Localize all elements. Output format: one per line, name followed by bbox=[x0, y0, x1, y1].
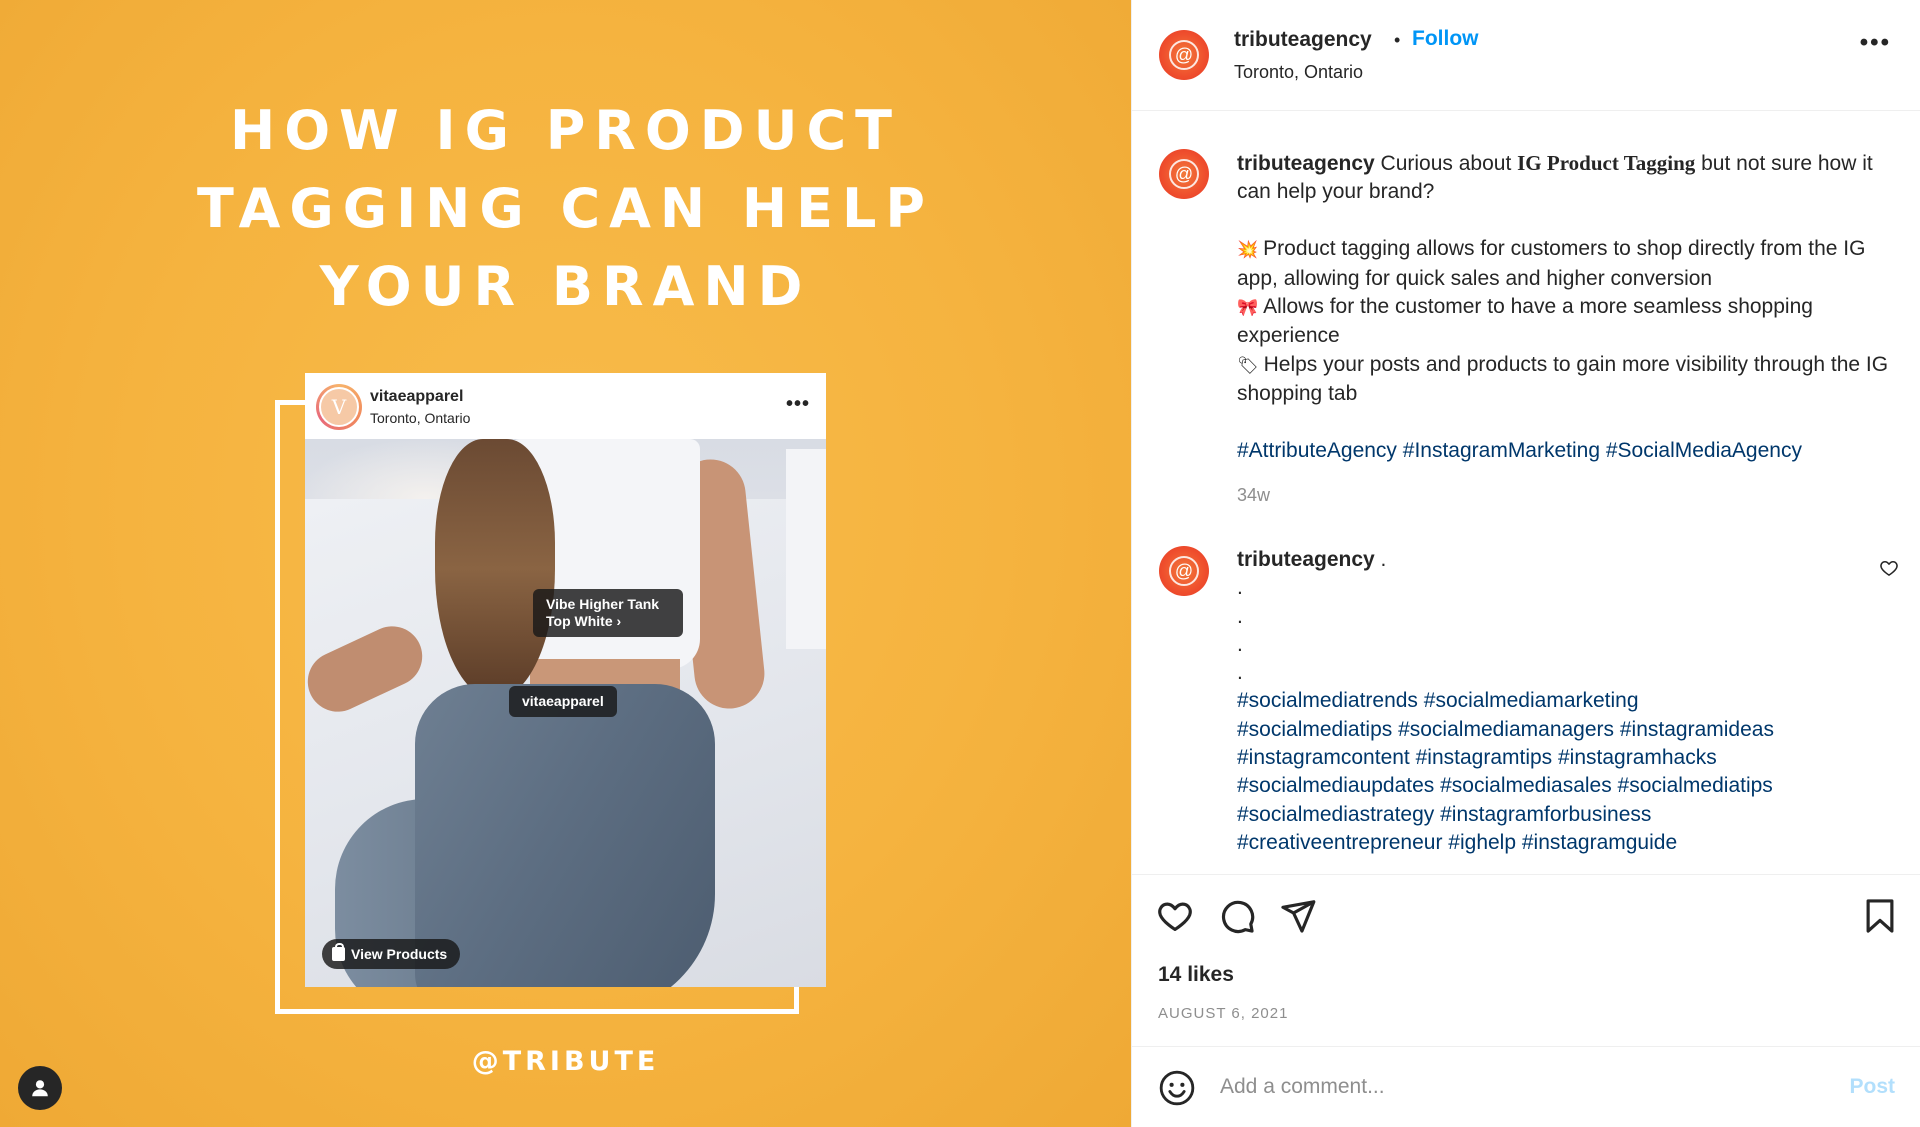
comment-avatar[interactable]: @ bbox=[1159, 546, 1209, 596]
author-avatar[interactable]: @ bbox=[1159, 30, 1209, 80]
media-headline: HOW IG PRODUCT TAGGING CAN HELP YOUR BRA… bbox=[0, 92, 1131, 326]
post-media[interactable]: HOW IG PRODUCT TAGGING CAN HELP YOUR BRA… bbox=[0, 0, 1131, 1127]
product-tag: Vibe Higher Tank Top White › bbox=[533, 589, 683, 637]
at-sign-icon: @ bbox=[1169, 556, 1199, 586]
photo-hair bbox=[435, 439, 555, 699]
embedded-location: Toronto, Ontario bbox=[370, 410, 471, 426]
comment-first-line: tributeagency . bbox=[1237, 546, 1877, 574]
comment-hashtag-line[interactable]: #socialmediastrategy #instagramforbusine… bbox=[1237, 801, 1877, 829]
at-sign-icon: @ bbox=[1169, 40, 1199, 70]
caption-bullet-text: Helps your posts and products to gain mo… bbox=[1237, 352, 1889, 406]
headline-line: YOUR BRAND bbox=[319, 255, 812, 318]
comment-dot: . bbox=[1237, 604, 1243, 628]
embedded-more-icon: ••• bbox=[785, 393, 810, 415]
comment-dot: . bbox=[1237, 576, 1243, 600]
embedded-product-photo: Vibe Higher Tank Top White › vitaeappare… bbox=[305, 439, 826, 987]
embedded-username: vitaeapparel bbox=[370, 388, 464, 405]
comment-hashtag-line[interactable]: #socialmediaupdates #socialmediasales #s… bbox=[1237, 772, 1877, 800]
comment-hashtag-line[interactable]: #socialmediatrends #socialmediamarketing bbox=[1237, 687, 1877, 715]
person-icon bbox=[32, 1080, 48, 1097]
caption-timestamp[interactable]: 34w bbox=[1237, 485, 1270, 506]
post-sidebar: @ tributeagency • Follow Toronto, Ontari… bbox=[1131, 0, 1920, 1127]
photo-window bbox=[786, 449, 826, 649]
save-bookmark-icon[interactable] bbox=[1861, 897, 1899, 935]
view-products-label: View Products bbox=[351, 946, 448, 962]
comment-dot: . bbox=[1237, 661, 1243, 685]
ribbon-emoji-icon: 🎀 bbox=[1237, 298, 1259, 318]
post-header: @ tributeagency • Follow Toronto, Ontari… bbox=[1132, 0, 1920, 111]
post-actions: 14 likes AUGUST 6, 2021 bbox=[1132, 874, 1920, 1045]
header-separator: • bbox=[1394, 30, 1401, 50]
tagged-users-button[interactable] bbox=[18, 1066, 62, 1110]
comments-scroll-area[interactable]: @ tributeagency Curious about IG Product… bbox=[1132, 112, 1920, 874]
label-emoji-icon: 🏷 bbox=[1237, 355, 1259, 375]
comment-input[interactable] bbox=[1220, 1069, 1780, 1105]
caption-bullet: 🏷 Helps your posts and products to gain m… bbox=[1237, 351, 1897, 409]
comment-hashtag-line[interactable]: #socialmediatips #socialmediamanagers #i… bbox=[1237, 716, 1877, 744]
embedded-avatar: V bbox=[316, 384, 362, 430]
media-handle: @TRIBUTE bbox=[471, 1046, 660, 1077]
follow-button[interactable]: Follow bbox=[1412, 27, 1479, 51]
view-products-pill: View Products bbox=[322, 939, 461, 969]
like-comment-heart-icon[interactable] bbox=[1879, 558, 1899, 578]
embedded-post-card: V vitaeapparel Toronto, Ontario ••• Vibe… bbox=[305, 373, 826, 987]
caption-bullet-text: Product tagging allows for customers to … bbox=[1237, 237, 1866, 290]
share-paper-plane-icon[interactable] bbox=[1279, 897, 1317, 935]
comment-bubble-icon[interactable] bbox=[1218, 897, 1256, 935]
product-tag-label: Vibe Higher Tank Top White bbox=[546, 596, 660, 629]
explosion-emoji-icon: 💥 bbox=[1237, 240, 1259, 260]
post-location[interactable]: Toronto, Ontario bbox=[1234, 62, 1363, 83]
caption-intro-before: Curious about bbox=[1374, 152, 1518, 175]
post-date[interactable]: AUGUST 6, 2021 bbox=[1158, 1005, 1288, 1022]
comment-body: tributeagency . . . . . #socialmediatren… bbox=[1237, 546, 1877, 857]
more-options-icon[interactable]: ••• bbox=[1860, 31, 1891, 55]
comment-hashtag-line[interactable]: #instagramcontent #instagramtips #instag… bbox=[1237, 744, 1877, 772]
caption-intro: tributeagency Curious about IG Product T… bbox=[1237, 149, 1897, 207]
at-sign-icon: @ bbox=[1169, 159, 1199, 189]
caption-bullet: 🎀 Allows for the customer to have a more … bbox=[1237, 293, 1897, 351]
comment-username[interactable]: tributeagency bbox=[1237, 548, 1375, 571]
photo-leggings bbox=[415, 684, 715, 987]
headline-line: HOW IG PRODUCT bbox=[230, 99, 901, 162]
caption-highlight: IG Product Tagging bbox=[1517, 151, 1696, 175]
caption-avatar[interactable]: @ bbox=[1159, 149, 1209, 199]
comment-first-text: . bbox=[1374, 548, 1387, 571]
embedded-post-header: V vitaeapparel Toronto, Ontario ••• bbox=[305, 373, 826, 439]
shopping-bag-icon bbox=[332, 943, 345, 961]
caption-username[interactable]: tributeagency bbox=[1237, 152, 1375, 175]
comment-hashtag-line[interactable]: #creativeentrepreneur #ighelp #instagram… bbox=[1237, 829, 1877, 857]
brand-tag: vitaeapparel bbox=[509, 686, 617, 717]
emoji-smiley-icon[interactable] bbox=[1158, 1069, 1196, 1107]
chevron-right-icon: › bbox=[616, 613, 622, 629]
like-count[interactable]: 14 likes bbox=[1158, 963, 1234, 987]
caption-hashtags[interactable]: #AttributeAgency #InstagramMarketing #So… bbox=[1237, 437, 1897, 465]
caption-bullet: 💥 Product tagging allows for customers to… bbox=[1237, 235, 1897, 293]
author-username[interactable]: tributeagency bbox=[1234, 28, 1372, 52]
add-comment-bar: Post bbox=[1132, 1046, 1920, 1127]
post-caption: tributeagency Curious about IG Product T… bbox=[1237, 149, 1897, 465]
embedded-avatar-letter: V bbox=[319, 387, 359, 427]
comment-dot: . bbox=[1237, 632, 1243, 656]
caption-bullet-text: Allows for the customer to have a more s… bbox=[1237, 295, 1813, 348]
like-heart-icon[interactable] bbox=[1156, 897, 1194, 935]
headline-line: TAGGING CAN HELP bbox=[197, 177, 934, 240]
post-comment-button[interactable]: Post bbox=[1849, 1075, 1895, 1099]
